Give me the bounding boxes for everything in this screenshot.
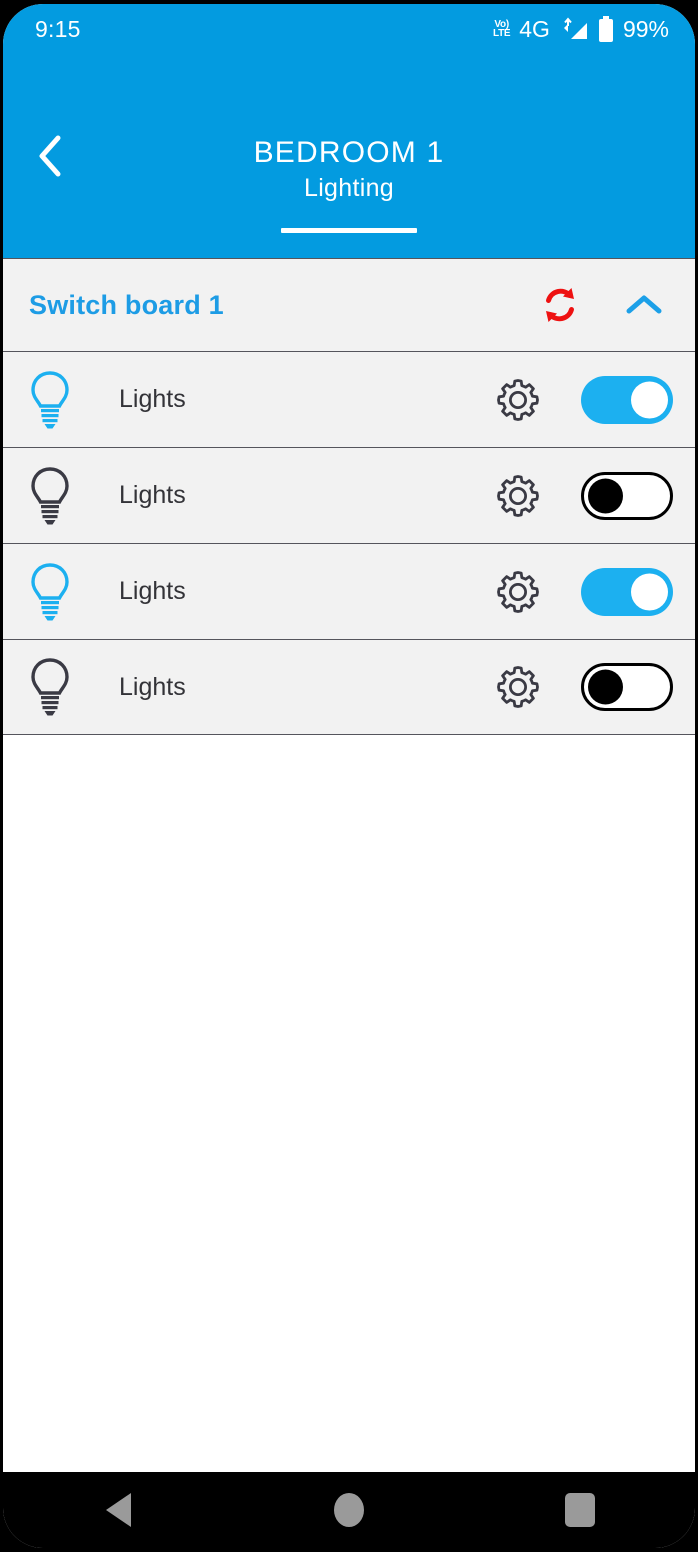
bulb-icon [21,656,79,718]
page-title: BEDROOM 1 [253,136,445,169]
switchboard-title: Switch board 1 [29,289,224,320]
toggle-knob [588,478,623,513]
phone-screen: 9:15 Vo) LTE 4G 99% BEDROOM 1 Lighting S… [3,4,695,1548]
toggle-knob [588,669,623,705]
nav-recents-button[interactable] [532,1472,628,1548]
device-toggle[interactable] [581,471,673,520]
phone-frame: 9:15 Vo) LTE 4G 99% BEDROOM 1 Lighting S… [0,0,698,1552]
device-label: Lights [119,577,186,605]
nav-back-button[interactable] [70,1472,166,1548]
volte-icon-bottom: LTE [493,28,511,39]
toggle-knob [631,573,668,610]
chevron-up-icon[interactable] [617,278,671,332]
circle-home-icon [333,1493,364,1527]
network-type-label: 4G [519,15,550,42]
bulb-icon [21,369,79,431]
device-row: Lights [3,447,695,543]
status-indicators: Vo) LTE 4G 99% [493,16,669,43]
device-toggle[interactable] [581,663,673,711]
tab-active-indicator [281,228,417,233]
triangle-back-icon [105,1493,131,1527]
signal-strength-icon [559,17,589,41]
device-row: Lights [3,639,695,735]
battery-percent-label: 99% [622,15,669,42]
device-label: Lights [119,672,186,701]
nav-home-button[interactable] [301,1472,397,1548]
gear-icon[interactable] [487,377,549,423]
gear-icon[interactable] [487,664,549,710]
status-clock: 9:15 [35,15,81,42]
content-area: Switch board 1 Lights Lights Lights Lights [3,258,695,1472]
bulb-icon [21,465,79,527]
android-nav-bar [3,1472,695,1548]
status-bar: 9:15 Vo) LTE 4G 99% [3,4,695,54]
switchboard-group-header: Switch board 1 [3,258,695,351]
tab-lighting-label: Lighting [304,174,394,202]
square-recents-icon [564,1493,595,1527]
device-label: Lights [119,481,186,509]
tab-bar: Lighting [3,174,695,258]
toggle-knob [631,381,668,418]
refresh-icon[interactable] [531,276,589,334]
device-list: Lights Lights Lights Lights [3,351,695,735]
app-bar: BEDROOM 1 Lighting [3,54,695,258]
device-label: Lights [119,385,186,413]
volte-icon: Vo) LTE [493,19,511,39]
gear-icon[interactable] [487,473,549,519]
device-toggle[interactable] [581,567,673,616]
gear-icon[interactable] [487,569,549,615]
device-row: Lights [3,351,695,447]
device-row: Lights [3,543,695,639]
bulb-icon [21,561,79,623]
battery-icon [598,16,614,42]
tab-lighting[interactable]: Lighting [257,174,441,233]
device-toggle[interactable] [581,375,673,424]
